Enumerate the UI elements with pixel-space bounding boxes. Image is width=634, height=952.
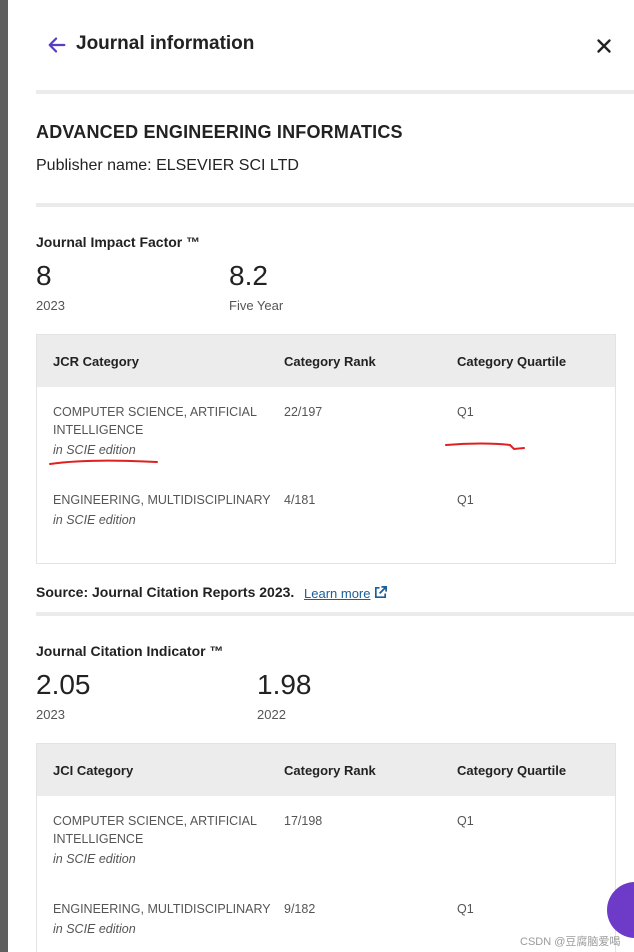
publisher-name: Publisher name: ELSEVIER SCI LTD (36, 157, 299, 174)
divider (36, 90, 634, 94)
jif-five-year-value: 8.2 (229, 260, 268, 291)
category-rank: 22/197 (284, 405, 323, 419)
learn-more-link[interactable]: Learn more (304, 586, 370, 601)
table-row: COMPUTER SCIENCE, ARTIFICIAL INTELLIGENC… (37, 796, 615, 884)
jci-category-table: JCI Category Category Rank Category Quar… (36, 743, 616, 952)
category-quartile: Q1 (457, 814, 474, 828)
category-rank: 17/198 (284, 814, 323, 828)
jci-prev-year: 2022 (257, 707, 286, 722)
panel-header: Journal information (8, 0, 634, 92)
category-name: ENGINEERING, MULTIDISCIPLINARY (53, 493, 271, 507)
annotation-underline (445, 442, 525, 451)
table-header: JCI Category Category Rank Category Quar… (37, 744, 615, 796)
journal-name: ADVANCED ENGINEERING INFORMATICS (36, 122, 403, 142)
arrow-left-icon[interactable] (46, 34, 68, 56)
edition-label: in SCIE edition (53, 513, 136, 527)
jci-prev-value: 1.98 (257, 669, 312, 700)
jif-title: Journal Impact Factor ™ (36, 234, 201, 250)
jci-value: 2.05 (36, 669, 91, 700)
category-cell: COMPUTER SCIENCE, ARTIFICIAL INTELLIGENC… (53, 812, 273, 868)
jif-five-year-label: Five Year (229, 298, 284, 313)
close-icon[interactable] (593, 35, 615, 57)
category-name: ENGINEERING, MULTIDISCIPLINARY (53, 902, 271, 916)
category-cell: ENGINEERING, MULTIDISCIPLINARY in SCIE e… (53, 491, 273, 529)
source-text: Source: Journal Citation Reports 2023. (36, 584, 295, 600)
edition-label: in SCIE edition (53, 922, 136, 936)
column-header: Category Rank (284, 354, 376, 369)
annotation-underline (49, 459, 158, 465)
jif-year: 2023 (36, 298, 65, 313)
category-quartile: Q1 (457, 493, 474, 507)
column-header: JCI Category (53, 763, 134, 778)
jci-title: Journal Citation Indicator ™ (36, 643, 224, 659)
column-header: Category Rank (284, 763, 376, 778)
category-name: COMPUTER SCIENCE, ARTIFICIAL INTELLIGENC… (53, 814, 257, 846)
divider (36, 203, 634, 207)
category-rank: 4/181 (284, 493, 316, 507)
category-cell: COMPUTER SCIENCE, ARTIFICIAL INTELLIGENC… (53, 403, 273, 459)
category-rank: 9/182 (284, 902, 316, 916)
divider (36, 612, 634, 616)
jif-value: 8 (36, 260, 52, 291)
journal-info-panel: Journal information ADVANCED ENGINEERING… (8, 0, 634, 952)
watermark: CSDN @豆腐脑爱喝 (520, 936, 621, 948)
external-link-icon[interactable] (373, 585, 388, 600)
background-page-edge (0, 0, 8, 952)
column-header: Category Quartile (457, 354, 567, 369)
panel-title: Journal information (76, 33, 255, 54)
jci-year: 2023 (36, 707, 65, 722)
jcr-category-table: JCR Category Category Rank Category Quar… (36, 334, 616, 564)
edition-label: in SCIE edition (53, 852, 136, 866)
table-row: ENGINEERING, MULTIDISCIPLINARY in SCIE e… (37, 475, 615, 563)
column-header: Category Quartile (457, 763, 567, 778)
category-name: COMPUTER SCIENCE, ARTIFICIAL INTELLIGENC… (53, 405, 257, 437)
category-quartile: Q1 (457, 902, 474, 916)
category-quartile: Q1 (457, 405, 474, 419)
category-cell: ENGINEERING, MULTIDISCIPLINARY in SCIE e… (53, 900, 273, 938)
table-header: JCR Category Category Rank Category Quar… (37, 335, 615, 387)
column-header: JCR Category (53, 354, 139, 369)
